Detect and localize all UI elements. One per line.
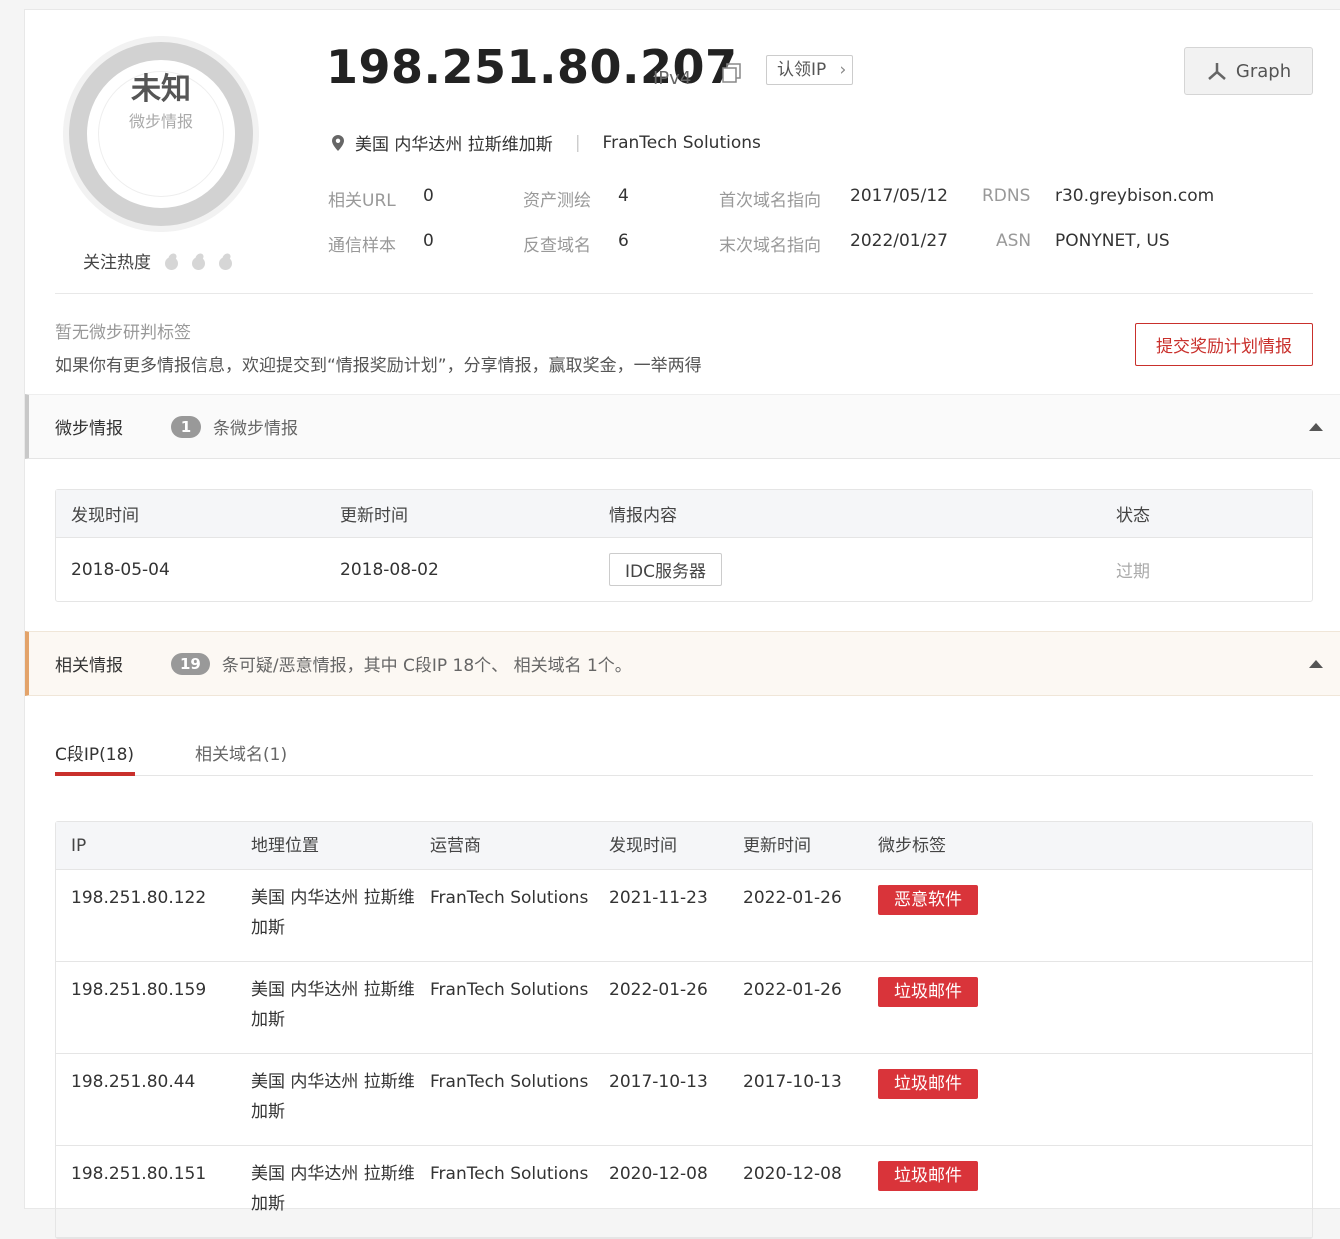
count-badge: 19 — [171, 652, 210, 675]
threat-tag: 垃圾邮件 — [878, 1161, 978, 1191]
meta-asn: ASN PONYNET, US — [996, 231, 1170, 251]
verdict-gauge: 未知 微步情报 — [63, 36, 259, 232]
no-tag-text: 暂无微步研判标签 — [55, 323, 191, 343]
table-row: 198.251.80.151 美国 内华达州 拉斯维加斯 FranTech So… — [56, 1146, 1312, 1238]
meta-last-domain: 末次域名指向 2022/01/27 — [719, 231, 948, 256]
location-pin-icon — [332, 134, 344, 151]
meta-asset: 资产测绘 4 — [523, 186, 629, 211]
copy-icon[interactable] — [721, 62, 743, 84]
table-row: 198.251.80.122 美国 内华达州 拉斯维加斯 FranTech So… — [56, 870, 1312, 962]
divider — [55, 293, 1313, 294]
location-line: 美国 内华达州 拉斯维加斯 | FranTech Solutions — [331, 130, 761, 155]
location-text: 美国 内华达州 拉斯维加斯 — [355, 135, 553, 155]
ip-link[interactable]: 198.251.80.44 — [71, 1067, 195, 1097]
graph-button[interactable]: Graph — [1184, 47, 1313, 95]
ip-version: IPv4 — [653, 68, 692, 89]
meta-reverse-domain: 反查域名 6 — [523, 231, 629, 256]
flame-icon — [191, 252, 205, 270]
verdict-text: 未知 — [131, 72, 191, 107]
heat-indicator: 关注热度 — [83, 248, 232, 273]
verdict-source: 微步情报 — [128, 112, 193, 131]
claim-ip-button[interactable]: 认领IP › — [766, 55, 854, 85]
active-tab-underline — [55, 772, 135, 776]
section-related-intel[interactable]: 相关情报 19 条可疑/恶意情报，其中 C段IP 18个、 相关域名 1个。 — [25, 631, 1340, 696]
table-row: 2018-05-04 2018-08-02 IDC服务器 过期 — [56, 538, 1312, 601]
flame-icon — [164, 252, 178, 270]
table-row: 198.251.80.159 美国 内华达州 拉斯维加斯 FranTech So… — [56, 962, 1312, 1054]
table-header: 发现时间 更新时间 情报内容 状态 — [56, 490, 1312, 538]
meta-comm-sample: 通信样本 0 — [328, 231, 434, 256]
table-header: IP 地理位置 运营商 发现时间 更新时间 微步标签 — [56, 822, 1312, 870]
threat-tag: 垃圾邮件 — [878, 977, 978, 1007]
tab-related-domain[interactable]: 相关域名(1) — [195, 740, 287, 765]
heat-label: 关注热度 — [83, 253, 151, 273]
related-ip-table: IP 地理位置 运营商 发现时间 更新时间 微步标签 198.251.80.12… — [55, 821, 1313, 1239]
submit-reward-button[interactable]: 提交奖励计划情报 — [1135, 323, 1313, 366]
ip-link[interactable]: 198.251.80.159 — [71, 975, 206, 1005]
graph-icon — [1208, 63, 1226, 80]
meta-rdns: RDNS r30.greybison.com — [982, 186, 1215, 206]
table-row: 198.251.80.44 美国 内华达州 拉斯维加斯 FranTech Sol… — [56, 1054, 1312, 1146]
threat-tag: 恶意软件 — [878, 885, 978, 915]
meta-related-url: 相关URL 0 — [328, 186, 434, 211]
section-title: 微步情报 — [55, 419, 123, 439]
tab-c-segment-ip[interactable]: C段IP(18) — [55, 740, 134, 765]
ip-link[interactable]: 198.251.80.122 — [71, 883, 206, 913]
ip-detail-card: 未知 微步情报 关注热度 198.251.80.207 IPv4 认领IP › … — [24, 9, 1340, 1239]
count-badge: 1 — [171, 415, 201, 438]
caret-up-icon[interactable] — [1309, 660, 1323, 668]
section-threatbook-intel[interactable]: 微步情报 1 条微步情报 — [25, 394, 1340, 459]
intel-tag: IDC服务器 — [609, 553, 722, 586]
reward-description: 如果你有更多情报信息，欢迎提交到“情报奖励计划”，分享情报，赢取奖金，一举两得 — [55, 356, 702, 376]
isp-text: FranTech Solutions — [602, 132, 761, 153]
related-tabs: C段IP(18) 相关域名(1) — [55, 736, 1313, 776]
section-desc: 条可疑/恶意情报，其中 C段IP 18个、 相关域名 1个。 — [221, 656, 632, 676]
threat-tag: 垃圾邮件 — [878, 1069, 978, 1099]
chevron-right-icon: › — [839, 60, 847, 80]
flame-icon — [218, 252, 232, 270]
ip-link[interactable]: 198.251.80.151 — [71, 1159, 206, 1189]
intel-table: 发现时间 更新时间 情报内容 状态 2018-05-04 2018-08-02 … — [55, 489, 1313, 602]
meta-first-domain: 首次域名指向 2017/05/12 — [719, 186, 948, 211]
status-text: 过期 — [1116, 562, 1150, 582]
caret-up-icon[interactable] — [1309, 423, 1323, 431]
section-desc: 条微步情报 — [213, 419, 298, 439]
section-title: 相关情报 — [55, 656, 123, 676]
